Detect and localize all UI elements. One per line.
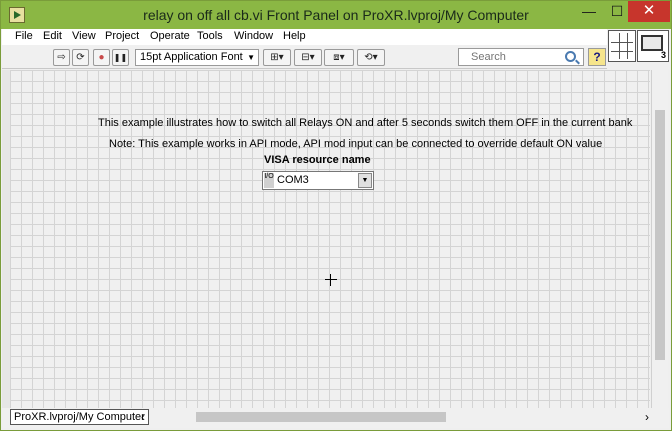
panel-left-strip xyxy=(2,70,10,408)
context-help-button[interactable]: ? xyxy=(588,48,606,66)
note-text: Note: This example works in API mode, AP… xyxy=(109,138,603,150)
connector-pane-terminals xyxy=(611,33,633,59)
resize-objects-icon[interactable]: ⧈▾ xyxy=(324,49,354,66)
search-icon[interactable] xyxy=(565,51,576,62)
maximize-button[interactable]: ☐ xyxy=(603,1,631,22)
window-title: relay on off all cb.vi Front Panel on Pr… xyxy=(143,7,529,23)
vi-icon[interactable]: 3 xyxy=(637,30,669,62)
vertical-scrollbar[interactable] xyxy=(651,70,668,408)
abort-icon[interactable]: ● xyxy=(93,49,110,66)
monitor-icon xyxy=(641,35,663,51)
pause-icon[interactable]: ❚❚ xyxy=(112,49,129,66)
status-bar: ProXR.lvproj/My Computer ‹ › xyxy=(2,408,669,428)
distribute-objects-icon[interactable]: ⊟▾ xyxy=(294,49,322,66)
menu-file[interactable]: File xyxy=(15,30,33,42)
io-icon: I/O xyxy=(264,173,274,188)
connector-pane[interactable] xyxy=(608,30,636,62)
scroll-left-icon[interactable]: ‹ xyxy=(141,410,145,424)
font-selector[interactable]: 15pt Application Font ▼ xyxy=(135,49,259,66)
minimize-button[interactable]: — xyxy=(575,1,603,22)
reorder-icon[interactable]: ⟲▾ xyxy=(357,49,385,66)
search-input[interactable] xyxy=(471,50,563,64)
run-continuously-icon[interactable]: ⟳ xyxy=(72,49,89,66)
menu-bar: File Edit View Project Operate Tools Win… xyxy=(2,29,607,45)
title-bar[interactable]: relay on off all cb.vi Front Panel on Pr… xyxy=(1,1,671,29)
crosshair-cursor-icon xyxy=(325,274,337,286)
visa-resource-label: VISA resource name xyxy=(264,154,371,166)
horizontal-scroll-thumb[interactable] xyxy=(196,412,446,422)
menu-help[interactable]: Help xyxy=(283,30,306,42)
project-context-label[interactable]: ProXR.lvproj/My Computer xyxy=(10,409,149,425)
close-button[interactable]: ✕ xyxy=(628,1,670,22)
toolbar: ⇨ ⟳ ● ❚❚ 15pt Application Font ▼ ⊞▾ ⊟▾ ⧈… xyxy=(2,45,607,69)
scroll-right-icon[interactable]: › xyxy=(645,410,649,424)
menu-window[interactable]: Window xyxy=(234,30,273,42)
menu-edit[interactable]: Edit xyxy=(43,30,62,42)
menu-project[interactable]: Project xyxy=(105,30,139,42)
labview-window: relay on off all cb.vi Front Panel on Pr… xyxy=(0,0,672,431)
font-label: 15pt Application Font xyxy=(140,51,243,63)
description-text: This example illustrates how to switch a… xyxy=(98,117,633,129)
vertical-scroll-thumb[interactable] xyxy=(655,110,665,360)
visa-resource-value[interactable]: COM3 xyxy=(277,174,309,186)
search-box xyxy=(458,48,584,66)
chevron-down-icon: ▼ xyxy=(247,53,255,62)
visa-resource-control[interactable]: I/O COM3 ▼ xyxy=(262,171,374,190)
menu-operate[interactable]: Operate xyxy=(150,30,190,42)
vi-icon-number: 3 xyxy=(660,50,666,60)
chevron-down-icon[interactable]: ▼ xyxy=(358,173,372,188)
run-arrow-icon[interactable]: ⇨ xyxy=(53,49,70,66)
menu-tools[interactable]: Tools xyxy=(197,30,223,42)
align-objects-icon[interactable]: ⊞▾ xyxy=(263,49,291,66)
menu-view[interactable]: View xyxy=(72,30,96,42)
